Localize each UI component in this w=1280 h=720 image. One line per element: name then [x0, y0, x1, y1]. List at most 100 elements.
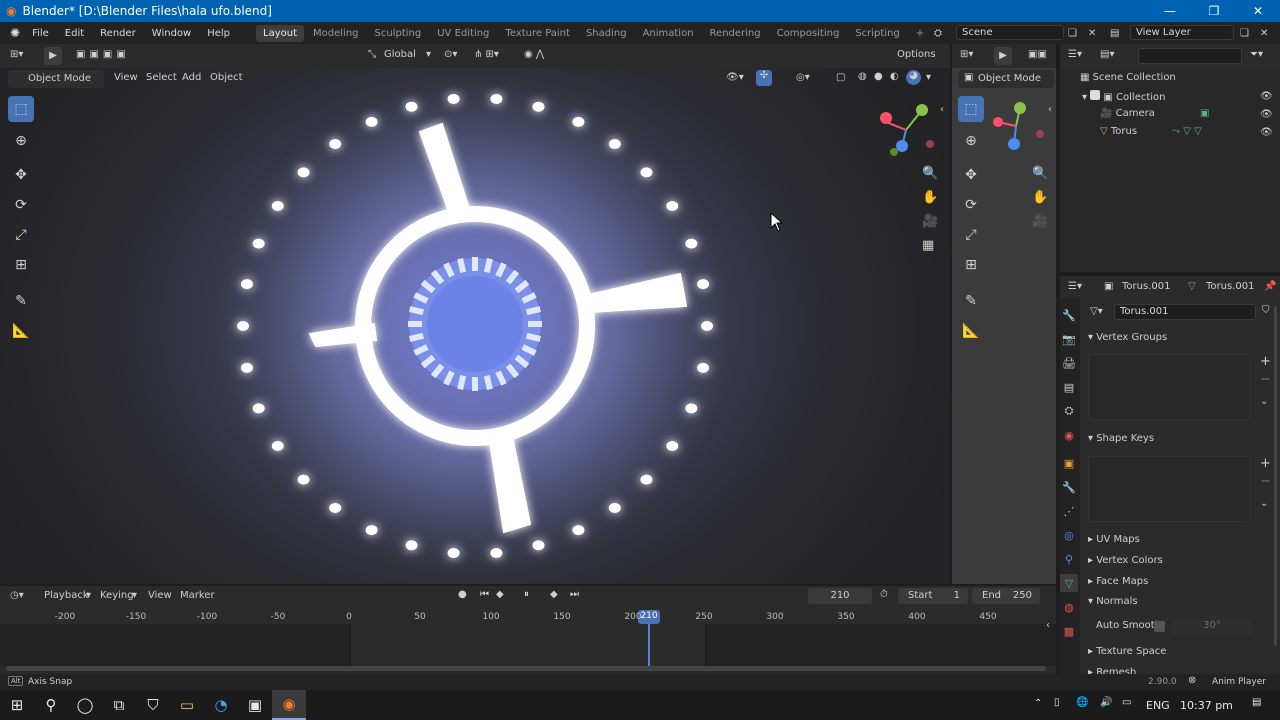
move-tool-icon[interactable]: ✥ — [8, 162, 34, 188]
timeline-menu-view[interactable]: View — [148, 590, 172, 601]
outliner-editor-type-icon[interactable]: ☰▾ — [1068, 49, 1082, 60]
timeline-hscrollbar[interactable] — [6, 666, 1046, 671]
cursor-tool-icon[interactable]: ⊕ — [8, 128, 34, 154]
secondary-cursor-tool-icon[interactable]: ⊕ — [958, 128, 984, 154]
fake-user-shield-icon[interactable]: ⛉ — [1262, 305, 1270, 316]
jump-start-icon[interactable]: ⏮ — [480, 589, 489, 600]
secondary-camera-view-icon[interactable]: 🎥 — [1032, 214, 1048, 229]
data-tab-icon[interactable]: ▽ — [1060, 574, 1078, 592]
scale-tool-icon[interactable]: ⤢ — [8, 222, 34, 248]
tab-scripting[interactable]: Scripting — [848, 25, 906, 42]
windows-start-icon[interactable]: ⊞ — [0, 690, 34, 720]
constraints-tab-icon[interactable]: ⚲ — [1060, 550, 1078, 568]
world-tab-icon[interactable]: ◉ — [1060, 426, 1078, 444]
viewport-3d[interactable]: ⊞▾ ▶ ▣▣▣▣ ⤡ Global ▾ ⊙▾ ⋔ ⊞▾ ◉ ⋀ Options… — [0, 44, 950, 584]
uv-maps-panel-header[interactable]: ▸ UV Maps — [1088, 534, 1140, 545]
shape-keys-panel-header[interactable]: ▾ Shape Keys — [1088, 433, 1154, 444]
outliner-search-input[interactable] — [1138, 48, 1242, 64]
blender-menu-icon[interactable]: ✺ — [10, 26, 20, 40]
camera-view-icon[interactable]: 🎥 — [922, 214, 938, 229]
timeline-collapse-chevron-icon[interactable]: ‹ — [1046, 620, 1050, 631]
camera-visibility-eye-icon[interactable]: 👁 — [1260, 109, 1273, 120]
secondary-navigation-gizmo[interactable] — [988, 100, 1048, 160]
transform-tool-icon[interactable]: ⊞ — [8, 252, 34, 278]
language-indicator[interactable]: ENG — [1146, 699, 1170, 712]
auto-smooth-checkbox[interactable] — [1154, 621, 1165, 632]
remove-scene-icon[interactable]: ✕ — [1088, 28, 1096, 39]
normals-panel-header[interactable]: ▾ Normals — [1088, 596, 1138, 607]
vertex-groups-remove-button[interactable]: − — [1260, 372, 1271, 387]
timeline-menu-playback[interactable]: Playback — [44, 590, 89, 601]
tab-animation[interactable]: Animation — [636, 25, 701, 42]
collection-checkbox-icon[interactable] — [1090, 90, 1101, 100]
pin-icon[interactable]: 📌 — [1264, 281, 1276, 292]
minimize-button[interactable]: — — [1148, 0, 1192, 22]
shape-keys-add-button[interactable]: + — [1260, 456, 1271, 471]
secondary-select-mode-icon[interactable]: ▣▣ — [1028, 49, 1047, 60]
tab-modeling[interactable]: Modeling — [306, 25, 366, 42]
add-workspace-button[interactable]: + — [909, 25, 931, 42]
face-maps-panel-header[interactable]: ▸ Face Maps — [1088, 576, 1148, 587]
timeline-menu-marker[interactable]: Marker — [180, 590, 215, 601]
close-button[interactable]: ✕ — [1236, 0, 1280, 22]
collection-visibility-eye-icon[interactable]: 👁 — [1260, 91, 1273, 102]
torus-visibility-eye-icon[interactable]: 👁 — [1260, 127, 1273, 138]
notification-icon[interactable]: ▤ — [1252, 697, 1261, 708]
maximize-button[interactable]: ❐ — [1192, 0, 1236, 22]
blender-taskbar-icon[interactable]: ◉ — [272, 690, 306, 720]
particles-tab-icon[interactable]: ⋰ — [1060, 502, 1078, 520]
secondary-select-tool-icon[interactable]: ▶ — [994, 47, 1012, 65]
secondary-transform-tool-icon[interactable]: ⊞ — [958, 252, 984, 278]
physics-tab-icon[interactable]: ◎ — [1060, 526, 1078, 544]
volume-icon[interactable]: 🔊 — [1100, 697, 1112, 708]
secondary-select-box-tool-icon[interactable]: ⬚ — [958, 96, 984, 122]
navigation-gizmo[interactable] — [872, 100, 942, 170]
menu-file[interactable]: File — [24, 28, 57, 39]
output-tab-icon[interactable]: 🖨 — [1060, 354, 1078, 372]
shape-keys-menu-chevron-icon[interactable]: ⌄ — [1260, 498, 1268, 509]
secondary-pan-hand-icon[interactable]: ✋ — [1032, 190, 1048, 205]
remove-view-layer-icon[interactable]: ✕ — [1260, 28, 1268, 39]
select-box-tool-icon[interactable]: ⬚ — [8, 96, 34, 122]
task-view-icon[interactable]: ⧉ — [102, 690, 136, 720]
secondary-measure-tool-icon[interactable]: 📐 — [958, 318, 984, 344]
security-shield-icon[interactable]: ⛉ — [136, 690, 170, 720]
view-layer-tab-icon[interactable]: ▤ — [1060, 378, 1078, 396]
current-frame-field[interactable]: 210 — [808, 588, 872, 604]
modifier-tab-icon[interactable]: 🔧 — [1060, 478, 1078, 496]
secondary-viewport[interactable]: ⊞▾ ▶ ▣▣ Object Mode ▣ ⬚ ⊕ ✥ ⟳ ⤢ ⊞ ✎ 📐 🔍 … — [952, 44, 1056, 584]
globe-icon[interactable]: 🌐 — [1076, 697, 1088, 708]
outliner-item-scene-collection[interactable]: ▦ Scene Collection — [1080, 72, 1270, 88]
app-icon[interactable]: ▣ — [238, 690, 272, 720]
tool-tab-icon[interactable]: 🔧 — [1060, 306, 1078, 324]
shape-keys-list[interactable] — [1088, 456, 1250, 522]
tab-rendering[interactable]: Rendering — [703, 25, 768, 42]
shape-keys-remove-button[interactable]: − — [1260, 474, 1271, 489]
texture-tab-icon[interactable]: ▩ — [1060, 622, 1078, 640]
vertex-groups-panel-header[interactable]: ▾ Vertex Groups — [1088, 332, 1167, 343]
scene-selector[interactable]: Scene — [956, 25, 1064, 40]
pause-icon[interactable]: ⏸ — [524, 589, 529, 600]
outliner-filter-icon[interactable]: ⏷▾ — [1250, 49, 1263, 60]
new-scene-icon[interactable]: ❏ — [1068, 28, 1077, 39]
ortho-grid-icon[interactable]: ▦ — [922, 238, 934, 253]
preview-range-icon[interactable]: ⏱ — [880, 589, 888, 600]
secondary-scale-tool-icon[interactable]: ⤢ — [958, 222, 984, 248]
start-frame-field[interactable]: Start 1 — [898, 588, 968, 604]
file-explorer-icon[interactable]: ▭ — [170, 690, 204, 720]
battery-icon[interactable]: ▭ — [1122, 697, 1131, 708]
tab-shading[interactable]: Shading — [579, 25, 634, 42]
vertex-groups-list[interactable] — [1088, 354, 1250, 420]
new-view-layer-icon[interactable]: ❏ — [1240, 28, 1249, 39]
clock[interactable]: 10:37 pm — [1180, 699, 1233, 712]
cortana-icon[interactable]: ◯ — [68, 690, 102, 720]
data-name-field[interactable]: Torus.001 — [1114, 304, 1256, 320]
scene-tab-icon[interactable]: ⛭ — [1060, 402, 1078, 420]
properties-scrollbar[interactable] — [1274, 306, 1277, 646]
render-tab-icon[interactable]: 📷 — [1060, 330, 1078, 348]
outliner-item-collection[interactable]: ▾ ▣ Collection — [1082, 90, 1272, 106]
properties-editor-type-icon[interactable]: ☰▾ — [1068, 281, 1082, 292]
jump-end-icon[interactable]: ⏭ — [570, 589, 579, 600]
network-icon[interactable]: ▯ — [1054, 697, 1060, 708]
vertex-colors-panel-header[interactable]: ▸ Vertex Colors — [1088, 555, 1163, 566]
